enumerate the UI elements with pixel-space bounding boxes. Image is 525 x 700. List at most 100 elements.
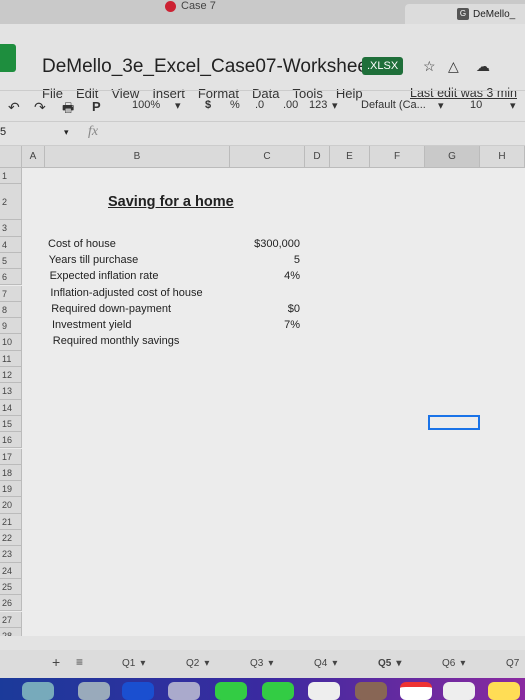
dock-app-icon[interactable] bbox=[355, 682, 387, 700]
decrease-decimal-button[interactable]: .0 bbox=[255, 99, 264, 111]
formula-input[interactable] bbox=[118, 125, 518, 143]
dock-app-icon[interactable] bbox=[78, 682, 110, 700]
sheet-tab-q1[interactable]: Q1 ▾ bbox=[122, 658, 145, 669]
add-sheet-icon[interactable]: + bbox=[52, 654, 60, 670]
column-header-a[interactable]: A bbox=[22, 146, 45, 168]
star-icon[interactable]: ☆ bbox=[423, 58, 436, 75]
chevron-down-icon[interactable]: ▾ bbox=[460, 658, 465, 669]
item-value[interactable]: $300,000 bbox=[230, 238, 300, 250]
select-all-corner[interactable] bbox=[0, 146, 22, 168]
name-box[interactable]: 5 bbox=[0, 126, 6, 138]
number-format-button[interactable]: 123 bbox=[309, 99, 327, 111]
column-header-h[interactable]: H bbox=[480, 146, 525, 168]
row-header[interactable]: 7 bbox=[0, 285, 22, 302]
sheet-tab-q4[interactable]: Q4 ▾ bbox=[314, 658, 337, 669]
row-header[interactable]: 13 bbox=[0, 383, 22, 400]
row-header[interactable]: 9 bbox=[0, 318, 22, 335]
item-label[interactable]: Required monthly savings bbox=[53, 335, 180, 347]
row-header[interactable]: 28 bbox=[0, 627, 22, 636]
row-header[interactable]: 22 bbox=[0, 530, 22, 547]
row-header[interactable]: 25 bbox=[0, 578, 22, 596]
row-header[interactable]: 10 bbox=[0, 334, 22, 351]
chevron-down-icon[interactable]: ▾ bbox=[268, 658, 273, 669]
all-sheets-icon[interactable]: ≡ bbox=[76, 655, 83, 669]
chevron-down-icon[interactable]: ▾ bbox=[396, 658, 401, 669]
row-header[interactable]: 21 bbox=[0, 513, 22, 530]
item-label[interactable]: Required down-payment bbox=[51, 303, 171, 315]
chevron-down-icon[interactable]: ▾ bbox=[332, 99, 338, 112]
chevron-down-icon[interactable]: ▾ bbox=[64, 127, 69, 138]
row-header[interactable]: 6 bbox=[0, 269, 22, 286]
cloud-status-icon[interactable]: ☁ bbox=[476, 58, 490, 75]
item-label[interactable]: Cost of house bbox=[48, 238, 116, 250]
column-header-g[interactable]: G bbox=[425, 146, 480, 168]
zoom-select[interactable]: 100% bbox=[132, 99, 160, 111]
item-label[interactable]: Investment yield bbox=[52, 319, 131, 331]
font-size-select[interactable]: 10 bbox=[470, 99, 482, 111]
increase-decimal-button[interactable]: .00 bbox=[283, 99, 298, 111]
browser-tab-case7[interactable]: Case 7 bbox=[165, 0, 216, 12]
redo-icon[interactable]: ↷ bbox=[34, 99, 46, 116]
item-value[interactable]: 5 bbox=[230, 254, 300, 266]
browser-tab-demello[interactable]: G DeMello_ bbox=[405, 4, 525, 24]
row-header[interactable]: 8 bbox=[0, 301, 22, 319]
row-header[interactable]: 1 bbox=[0, 168, 22, 185]
row-header[interactable]: 14 bbox=[0, 399, 22, 416]
column-header-e[interactable]: E bbox=[330, 146, 370, 168]
calendar-dock-icon[interactable] bbox=[400, 682, 432, 700]
sheet-tab-q5[interactable]: Q5 ▾ bbox=[378, 658, 401, 669]
row-header[interactable]: 20 bbox=[0, 497, 22, 514]
paint-format-icon[interactable]: P bbox=[92, 99, 101, 114]
chevron-down-icon[interactable]: ▾ bbox=[438, 99, 444, 112]
dock-app-icon[interactable] bbox=[262, 682, 294, 700]
dock-app-icon[interactable] bbox=[308, 682, 340, 700]
column-header-c[interactable]: C bbox=[230, 146, 305, 168]
currency-button[interactable]: $ bbox=[205, 99, 211, 111]
row-header[interactable]: 24 bbox=[0, 562, 22, 579]
undo-icon[interactable]: ↶ bbox=[8, 99, 20, 116]
move-to-drive-icon[interactable]: △ bbox=[448, 58, 459, 75]
dock-app-icon[interactable] bbox=[215, 682, 247, 700]
chevron-down-icon[interactable]: ▾ bbox=[510, 99, 516, 112]
spreadsheet-grid[interactable]: ABCDEFGH 1 2 3 4 5 6 7 8 9 10 11 12 13 14 15 16 17 18 19 20… bbox=[0, 146, 525, 636]
row-header[interactable]: 17 bbox=[0, 448, 22, 465]
chevron-down-icon[interactable]: ▾ bbox=[332, 658, 337, 669]
sheet-tab-q6[interactable]: Q6 ▾ bbox=[442, 658, 465, 669]
sheet-tab-q7[interactable]: Q7 bbox=[506, 658, 519, 669]
percent-button[interactable]: % bbox=[230, 99, 240, 111]
chevron-down-icon[interactable]: ▾ bbox=[204, 658, 209, 669]
row-header[interactable]: 3 bbox=[0, 220, 22, 237]
item-label[interactable]: Expected inflation rate bbox=[50, 270, 159, 282]
row-header[interactable]: 5 bbox=[0, 252, 22, 270]
row-header[interactable]: 2 bbox=[0, 184, 22, 221]
chevron-down-icon[interactable]: ▾ bbox=[140, 658, 145, 669]
column-header-d[interactable]: D bbox=[305, 146, 330, 168]
print-icon[interactable]: 🖶 bbox=[62, 99, 74, 121]
item-label[interactable]: Years till purchase bbox=[49, 254, 138, 266]
item-value[interactable]: 7% bbox=[230, 319, 300, 331]
selected-cell[interactable] bbox=[428, 414, 480, 430]
dock-app-icon[interactable] bbox=[22, 682, 54, 700]
sheet-tab-q3[interactable]: Q3 ▾ bbox=[250, 658, 273, 669]
row-header[interactable]: 26 bbox=[0, 595, 22, 612]
row-header[interactable]: 23 bbox=[0, 546, 22, 563]
dock-app-icon[interactable] bbox=[122, 682, 154, 700]
column-header-b[interactable]: B bbox=[45, 146, 230, 168]
row-header[interactable]: 11 bbox=[0, 350, 22, 367]
row-header[interactable]: 19 bbox=[0, 481, 22, 498]
document-title[interactable]: DeMello_3e_Excel_Case07-Worksheet bbox=[42, 56, 373, 78]
sheets-logo-icon[interactable] bbox=[0, 44, 16, 72]
sheet-tab-q2[interactable]: Q2 ▾ bbox=[186, 658, 209, 669]
item-value[interactable]: 4% bbox=[230, 270, 300, 282]
column-header-f[interactable]: F bbox=[370, 146, 425, 168]
item-label[interactable]: Inflation-adjusted cost of house bbox=[50, 287, 202, 299]
row-header[interactable]: 27 bbox=[0, 611, 22, 628]
dock-app-icon[interactable] bbox=[488, 682, 520, 700]
font-select[interactable]: Default (Ca... bbox=[361, 99, 426, 111]
dock-app-icon[interactable] bbox=[443, 682, 475, 700]
row-header[interactable]: 15 bbox=[0, 415, 22, 433]
row-header[interactable]: 12 bbox=[0, 367, 22, 384]
row-header[interactable]: 18 bbox=[0, 464, 22, 482]
dock-app-icon[interactable] bbox=[168, 682, 200, 700]
row-header[interactable]: 4 bbox=[0, 236, 22, 253]
